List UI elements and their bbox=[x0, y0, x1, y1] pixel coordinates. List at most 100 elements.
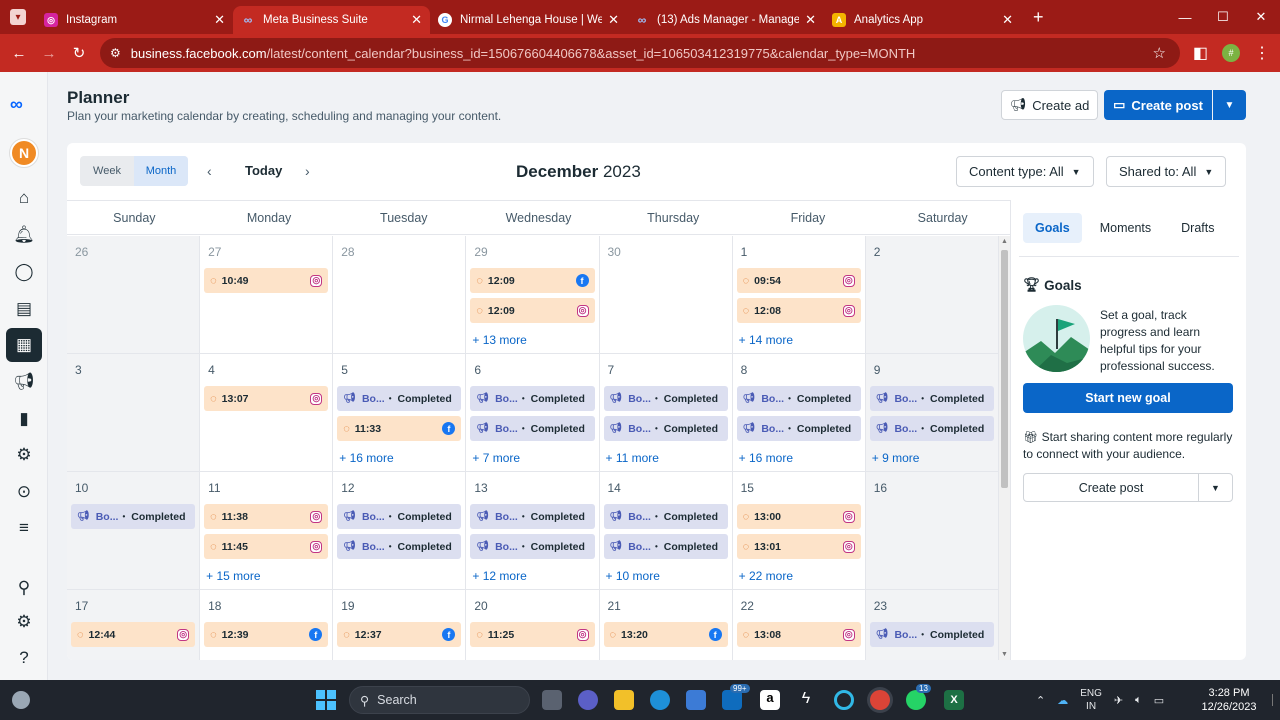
calendar-day-cell[interactable]: 4 ◌ 13:07 ◎ bbox=[200, 354, 334, 472]
next-month-icon[interactable]: › bbox=[305, 163, 310, 179]
calendar-day-cell[interactable]: 9 📢︎ Bo... • Completed 📢︎ Bo... • Completed + 9 m… bbox=[865, 354, 999, 472]
boosted-post-chip[interactable]: 📢︎ Bo... • Completed bbox=[470, 504, 595, 529]
more-link[interactable]: + 10 more bbox=[606, 569, 728, 583]
boosted-post-chip[interactable]: 📢︎ Bo... • Completed bbox=[71, 504, 196, 529]
panel-create-post-button[interactable]: Create post bbox=[1023, 473, 1199, 502]
windows-start-icon[interactable] bbox=[316, 690, 336, 710]
calendar-day-cell[interactable]: 22 ◌ 13:08 ◎ bbox=[733, 590, 866, 660]
scheduled-post-chip[interactable]: ◌ 12:37 f bbox=[337, 622, 462, 647]
network-icon[interactable]: ✈ bbox=[1114, 694, 1123, 707]
more-link[interactable]: + 7 more bbox=[472, 451, 594, 465]
week-view-button[interactable]: Week bbox=[80, 156, 134, 186]
calendar-day-cell[interactable]: 7 📢︎ Bo... • Completed 📢︎ Bo... • Completed + 11 … bbox=[599, 354, 733, 472]
scheduled-post-chip[interactable]: ◌ 09:54 ◎ bbox=[736, 268, 861, 293]
show-desktop-button[interactable] bbox=[1272, 694, 1276, 706]
volume-icon[interactable]: 🔈︎ bbox=[1135, 694, 1142, 707]
close-window-icon[interactable]: ✕ bbox=[1242, 9, 1280, 25]
more-link[interactable]: + 16 more bbox=[739, 451, 861, 465]
more-link[interactable]: + 16 more bbox=[339, 451, 461, 465]
scheduled-post-chip[interactable]: ◌ 11:38 ◎ bbox=[204, 504, 329, 529]
calendar-scrollbar[interactable]: ▲ ▼ bbox=[999, 236, 1010, 660]
maximize-icon[interactable]: ☐ bbox=[1204, 9, 1242, 25]
boosted-post-chip[interactable]: 📢︎ Bo... • Completed bbox=[337, 386, 462, 411]
scheduled-post-chip[interactable]: ◌ 12:44 ◎ bbox=[71, 622, 196, 647]
tab-ads-manager[interactable]: ∞ (13) Ads Manager - Manage ad ✕ bbox=[627, 6, 824, 34]
boosted-post-chip[interactable]: 📢︎ Bo... • Completed bbox=[603, 416, 728, 441]
boosted-post-chip[interactable]: 📢︎ Bo... • Completed bbox=[470, 534, 595, 559]
task-view-icon[interactable] bbox=[542, 690, 562, 710]
scheduled-post-chip[interactable]: ◌ 13:07 ◎ bbox=[204, 386, 329, 411]
scheduled-post-chip[interactable]: ◌ 10:49 ◎ bbox=[204, 268, 329, 293]
calendar-day-cell[interactable]: 29 ◌ 12:09 f ◌ 12:09 ◎ + 13 more bbox=[466, 236, 600, 354]
bookmark-star-icon[interactable]: ☆ bbox=[1153, 44, 1166, 62]
scheduled-post-chip[interactable]: ◌ 12:39 f bbox=[204, 622, 329, 647]
taskbar-search-box[interactable]: ⚲ Search bbox=[349, 686, 530, 714]
calendar-day-cell[interactable]: 12 📢︎ Bo... • Completed 📢︎ Bo... • Completed bbox=[333, 472, 467, 590]
inbox-chat-icon[interactable]: ◯ bbox=[12, 260, 36, 284]
more-link[interactable]: + 13 more bbox=[472, 333, 594, 347]
calendar-day-cell[interactable]: 5 📢︎ Bo... • Completed ◌ 11:33 f + 16 more bbox=[333, 354, 467, 472]
language-indicator[interactable]: ENG IN bbox=[1080, 687, 1102, 713]
boosted-post-chip[interactable]: 📢︎ Bo... • Completed bbox=[470, 416, 595, 441]
cortana-icon[interactable] bbox=[834, 690, 854, 710]
site-info-icon[interactable]: ⚙ bbox=[110, 46, 121, 60]
weather-widget-icon[interactable] bbox=[12, 691, 30, 709]
profile-avatar[interactable]: # bbox=[1222, 44, 1240, 62]
scrollbar-thumb[interactable] bbox=[1001, 250, 1008, 488]
calendar-day-cell[interactable]: 2 bbox=[865, 236, 999, 354]
scroll-up-icon[interactable]: ▲ bbox=[1001, 238, 1008, 245]
calendar-day-cell[interactable]: 10 📢︎ Bo... • Completed bbox=[67, 472, 201, 590]
create-ad-button[interactable]: 📢︎ Create ad bbox=[1001, 90, 1098, 120]
all-tools-menu-icon[interactable]: ≡ bbox=[12, 516, 36, 540]
calendar-day-cell[interactable]: 27 ◌ 10:49 ◎ bbox=[200, 236, 334, 354]
scroll-down-icon[interactable]: ▼ bbox=[1001, 651, 1008, 658]
boosted-post-chip[interactable]: 📢︎ Bo... • Completed bbox=[603, 534, 728, 559]
calendar-day-cell[interactable]: 15 ◌ 13:00 ◎ ◌ 13:01 ◎ + 22 more bbox=[732, 472, 866, 590]
calendar-day-cell[interactable]: 28 bbox=[333, 236, 467, 354]
scheduled-post-chip[interactable]: ◌ 13:20 f bbox=[603, 622, 728, 647]
tab-goals[interactable]: Goals bbox=[1023, 213, 1082, 243]
close-icon[interactable]: ✕ bbox=[214, 12, 225, 28]
tab-analytics-app[interactable]: A Analytics App ✕ bbox=[824, 6, 1021, 34]
help-icon[interactable]: ? bbox=[12, 646, 36, 670]
meta-logo-icon[interactable]: ∞ bbox=[10, 94, 40, 114]
teams-chat-icon[interactable] bbox=[578, 690, 598, 710]
tab-search-button[interactable]: ▾ bbox=[0, 0, 36, 34]
calendar-day-cell[interactable]: 26 bbox=[67, 236, 201, 354]
tab-drafts[interactable]: Drafts bbox=[1169, 213, 1226, 243]
more-link[interactable]: + 15 more bbox=[206, 569, 328, 583]
scheduled-post-chip[interactable]: ◌ 13:01 ◎ bbox=[736, 534, 861, 559]
today-button[interactable]: Today bbox=[245, 163, 282, 178]
calendar-day-cell[interactable]: 16 bbox=[865, 472, 999, 590]
start-new-goal-button[interactable]: Start new goal bbox=[1023, 383, 1233, 413]
calendar-day-cell[interactable]: 20 ◌ 11:25 ◎ bbox=[466, 590, 600, 660]
boosted-post-chip[interactable]: 📢︎ Bo... • Completed bbox=[869, 386, 994, 411]
calendar-day-cell[interactable]: 21 ◌ 13:20 f bbox=[600, 590, 733, 660]
previous-month-icon[interactable]: ‹ bbox=[207, 163, 212, 179]
notifications-bell-icon[interactable]: 🔔︎ bbox=[12, 223, 36, 247]
battery-icon[interactable]: ▭ bbox=[1154, 694, 1164, 707]
excel-icon[interactable]: X bbox=[944, 690, 964, 710]
boosted-post-chip[interactable]: 📢︎ Bo... • Completed bbox=[603, 504, 728, 529]
calendar-day-cell[interactable]: 3 bbox=[67, 354, 201, 472]
settings-gear-icon[interactable]: ⚙ bbox=[12, 443, 36, 467]
boosted-post-chip[interactable]: 📢︎ Bo... • Completed bbox=[337, 534, 462, 559]
scheduled-post-chip[interactable]: ◌ 12:08 ◎ bbox=[736, 298, 861, 323]
tab-nirmal-lehenga[interactable]: G Nirmal Lehenga House | Weddi ✕ bbox=[430, 6, 627, 34]
content-icon[interactable]: ▤ bbox=[12, 297, 36, 321]
back-arrow-icon[interactable]: ← bbox=[4, 45, 34, 62]
scheduled-post-chip[interactable]: ◌ 12:09 ◎ bbox=[470, 298, 595, 323]
new-tab-button[interactable]: + bbox=[1033, 7, 1044, 28]
calendar-day-cell[interactable]: 30 bbox=[599, 236, 733, 354]
create-post-dropdown[interactable]: ▼ bbox=[1213, 90, 1246, 120]
reload-icon[interactable]: ↻ bbox=[64, 44, 94, 62]
more-link[interactable]: + 9 more bbox=[872, 451, 994, 465]
mail-icon[interactable]: 99+ bbox=[722, 684, 750, 710]
calendar-day-cell[interactable]: 19 ◌ 12:37 f bbox=[333, 590, 467, 660]
calendar-day-cell[interactable]: 11 ◌ 11:38 ◎ ◌ 11:45 ◎ + 15 more bbox=[200, 472, 334, 590]
more-link[interactable]: + 14 more bbox=[739, 333, 861, 347]
url-field[interactable]: ⚙ business.facebook.com/latest/content_c… bbox=[100, 38, 1180, 68]
boosted-post-chip[interactable]: 📢︎ Bo... • Completed bbox=[337, 504, 462, 529]
boosted-post-chip[interactable]: 📢︎ Bo... • Completed bbox=[869, 416, 994, 441]
whatsapp-icon[interactable]: 13 bbox=[906, 684, 931, 710]
